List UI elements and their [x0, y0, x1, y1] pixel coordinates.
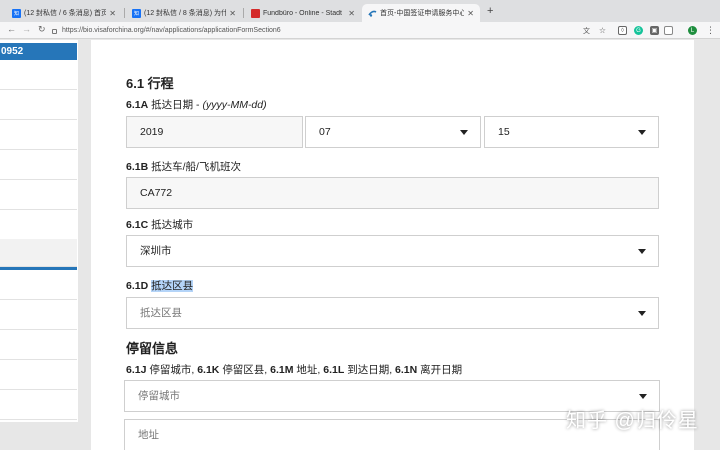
arrival-city-select[interactable]: 深圳市	[126, 235, 659, 267]
left-panel-header: 0952	[0, 43, 77, 60]
caret-down-icon	[638, 249, 646, 254]
arrival-city-label: 6.1C 抵达城市	[126, 219, 194, 231]
translate-icon[interactable]: 文	[582, 26, 591, 35]
arrival-month-select[interactable]: 07	[305, 116, 481, 148]
left-nav-item[interactable]	[0, 150, 77, 180]
arrival-district-label: 6.1D 抵达区县	[126, 280, 194, 292]
left-nav-item[interactable]	[0, 270, 77, 300]
back-icon[interactable]: ←	[7, 24, 16, 34]
close-icon[interactable]: ✕	[109, 9, 116, 18]
transport-label: 6.1B 抵达车/船/飞机班次	[126, 161, 241, 173]
arrival-district-select[interactable]: 抵达区县	[126, 297, 659, 329]
arrival-date-label: 6.1A 抵达日期 - (yyyy-MM-dd)	[126, 99, 267, 111]
arrival-day-select[interactable]: 15	[484, 116, 659, 148]
close-icon[interactable]: ✕	[229, 9, 236, 18]
left-nav-item[interactable]	[0, 90, 77, 120]
left-nav-item[interactable]	[0, 390, 77, 420]
extension-icon[interactable]: ▣	[650, 26, 659, 35]
forward-icon[interactable]: →	[22, 24, 31, 34]
reload-icon[interactable]: ↻	[38, 24, 46, 35]
visa-favicon-icon	[368, 9, 377, 18]
new-tab-button[interactable]: +	[487, 5, 493, 17]
transport-number-input[interactable]: CA772	[126, 177, 659, 209]
lock-icon	[52, 29, 57, 34]
stay-info-description: 6.1J 停留城市, 6.1K 停留区县, 6.1M 地址, 6.1L 到达日期…	[126, 364, 463, 376]
tab-zhihu-home[interactable]: 知 (12 封私信 / 6 条消息) 首页 ✕	[6, 4, 122, 22]
left-nav-item[interactable]	[0, 360, 77, 390]
tab-visa-center[interactable]: 首页-中国签证申请服务中心 ✕	[362, 4, 480, 22]
left-nav-item[interactable]	[0, 330, 77, 360]
left-nav-item-active[interactable]	[0, 239, 77, 267]
address-bar[interactable]: https://bio.visaforchina.org/#/nav/appli…	[52, 24, 612, 37]
tab-zhihu-question[interactable]: 知 (12 封私信 / 8 条消息) 为什 ✕	[126, 4, 242, 22]
url-text: https://bio.visaforchina.org/#/nav/appli…	[62, 27, 281, 34]
zhihu-watermark: 知乎 @归伶星	[566, 410, 699, 432]
tab-fundbuero[interactable]: Fundbüro - Online - Stadt ✕	[245, 4, 361, 22]
zhihu-favicon-icon: 知	[132, 8, 141, 18]
browser-toolbar: ← → ↻ https://bio.visaforchina.org/#/nav…	[0, 22, 720, 39]
left-nav-item[interactable]	[0, 210, 77, 240]
section-title-stay-info: 停留信息	[126, 341, 179, 356]
arrival-year-input[interactable]: 2019	[126, 116, 303, 148]
close-icon[interactable]: ✕	[348, 9, 355, 18]
left-nav-item[interactable]	[0, 300, 77, 330]
extension-square-icon[interactable]	[664, 26, 673, 35]
caret-down-icon	[638, 311, 646, 316]
menu-dots-icon[interactable]: ⋮	[706, 25, 715, 35]
shield-extension-icon[interactable]: ◊	[618, 26, 627, 35]
grammarly-icon[interactable]: G	[634, 26, 643, 35]
caret-down-icon	[639, 394, 647, 399]
close-icon[interactable]: ✕	[467, 9, 474, 18]
section-title-itinerary: 6.1 行程	[126, 76, 174, 91]
caret-down-icon	[638, 130, 646, 135]
bookmark-star-icon[interactable]: ☆	[598, 26, 607, 35]
fundbuero-favicon-icon	[251, 8, 260, 18]
browser-tab-strip: 知 (12 封私信 / 6 条消息) 首页 ✕ 知 (12 封私信 / 8 条消…	[0, 0, 720, 22]
caret-down-icon	[460, 130, 468, 135]
left-nav-item[interactable]	[0, 60, 77, 90]
left-nav-item[interactable]	[0, 180, 77, 210]
zhihu-favicon-icon: 知	[12, 8, 21, 18]
left-nav-item[interactable]	[0, 120, 77, 150]
profile-avatar[interactable]: L	[688, 26, 697, 35]
